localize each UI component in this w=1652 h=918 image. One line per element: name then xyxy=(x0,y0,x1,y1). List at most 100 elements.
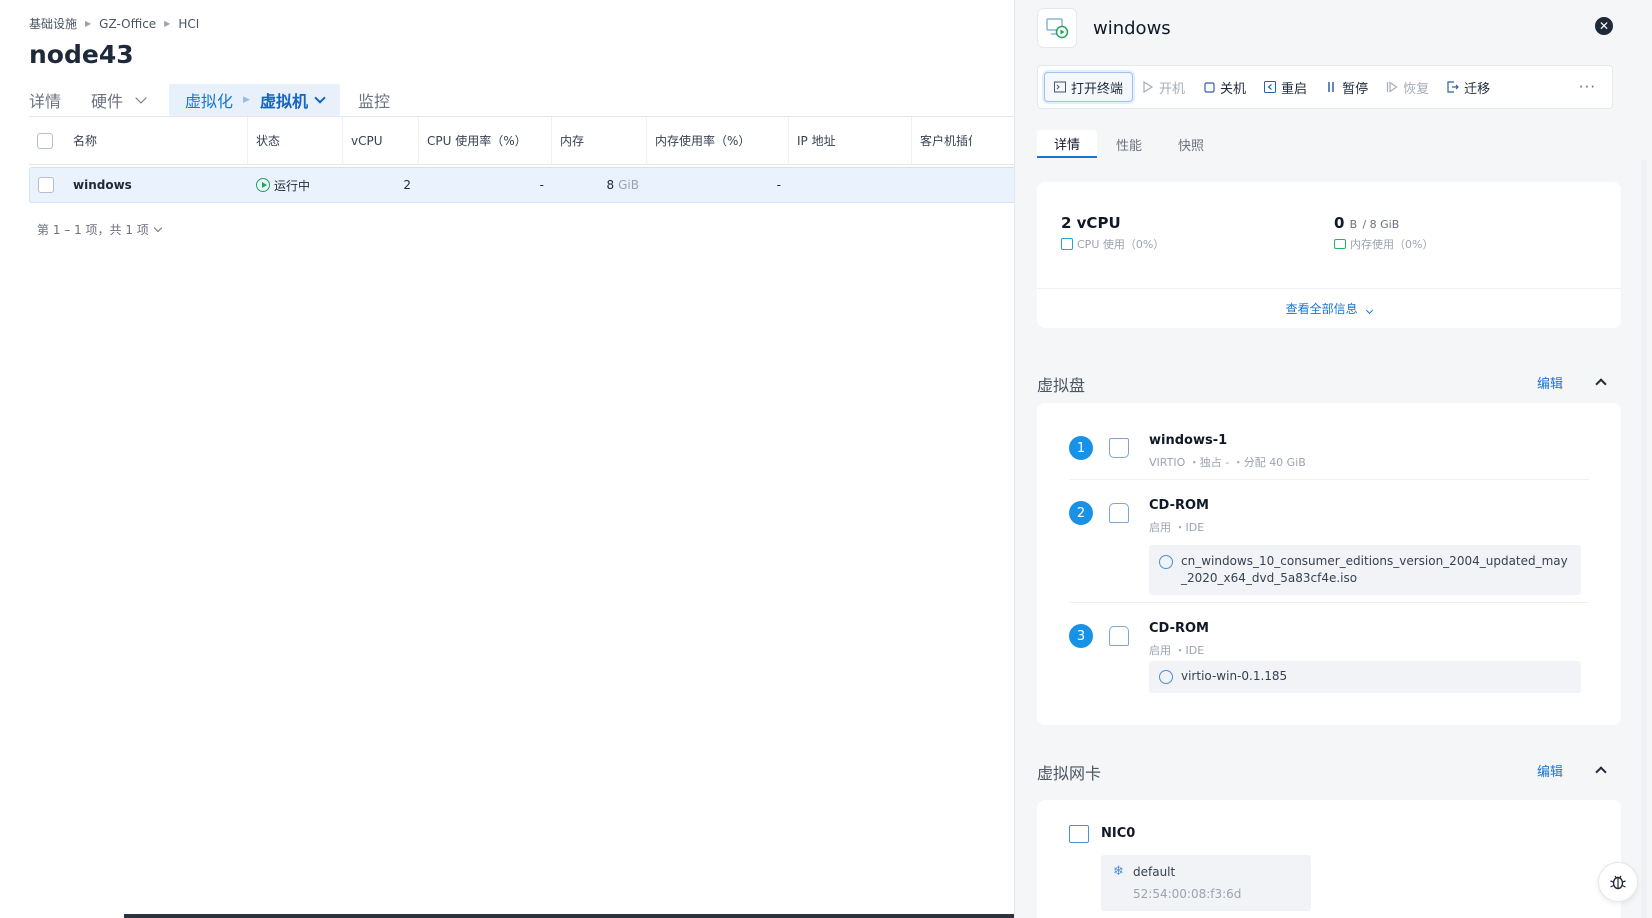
drawer-tab-snapshots[interactable]: 快照 xyxy=(1161,130,1221,158)
globe-icon xyxy=(1159,555,1173,569)
memory-usage-value: 0 B / 8 GiB xyxy=(1334,214,1433,232)
disk-index-badge: 2 xyxy=(1069,501,1093,525)
row-checkbox[interactable] xyxy=(38,177,54,193)
vm-table: 名称 状态 vCPU CPU 使用率（%） 内存 内存使用率（%） IP 地址 … xyxy=(29,116,1014,203)
disk-name: CD-ROM xyxy=(1149,621,1209,636)
vm-detail-drawer: windows 打开终端 开机 关机 重启 暂停 恢复 迁移 ··· 详情 性能… xyxy=(1014,0,1652,918)
drawer-tab-performance[interactable]: 性能 xyxy=(1099,130,1159,158)
memory-used: 0 xyxy=(1334,214,1345,232)
edit-nics-button[interactable]: 编辑 xyxy=(1537,761,1563,780)
chevron-down-icon[interactable] xyxy=(153,223,163,232)
stop-icon xyxy=(1203,81,1215,93)
nic-network: default xyxy=(1133,865,1176,879)
virtual-nics-card: NIC0 ❄ default 52:54:00:08:f3:6d xyxy=(1037,800,1621,918)
breadcrumb-gz-office[interactable]: GZ-Office xyxy=(99,17,156,31)
cell-status: 运行中 xyxy=(248,168,343,202)
table-header: 名称 状态 vCPU CPU 使用率（%） 内存 内存使用率（%） IP 地址 … xyxy=(29,116,1014,165)
column-header-guest-tools[interactable]: 客户机插件 xyxy=(912,117,972,165)
bug-report-icon[interactable] xyxy=(1598,862,1638,902)
disk-divider xyxy=(1069,479,1589,480)
chevron-up-icon[interactable] xyxy=(1595,378,1607,390)
cell-ip xyxy=(789,168,912,202)
network-icon: ❄ xyxy=(1113,864,1124,879)
cell-vcpu: 2 xyxy=(403,178,411,192)
tab-vms-label: 虚拟机 xyxy=(259,92,308,111)
shutdown-label: 关机 xyxy=(1220,81,1247,97)
column-header-memory-usage[interactable]: 内存使用率（%） xyxy=(647,116,789,165)
chevron-down-icon xyxy=(1366,306,1374,315)
restart-label: 重启 xyxy=(1281,81,1308,97)
drawer-tabs: 详情 性能 快照 xyxy=(1037,130,1223,158)
tab-monitor[interactable]: 监控 xyxy=(358,88,390,112)
header-select-cell xyxy=(29,117,65,165)
migrate-button[interactable]: 迁移 xyxy=(1438,72,1499,102)
cell-name[interactable]: windows xyxy=(65,168,248,202)
cell-memory: 8 GiB xyxy=(552,168,647,202)
virtual-disks-card: 1 windows-1 VIRTIO ・独占 - ・分配 40 GiB 2 CD… xyxy=(1037,403,1621,725)
view-all-info-link[interactable]: 查看全部信息 xyxy=(1037,300,1621,317)
breadcrumb-separator-icon: ▶ xyxy=(243,95,250,105)
restart-button[interactable]: 重启 xyxy=(1255,72,1316,102)
resume-button[interactable]: 恢复 xyxy=(1377,72,1438,102)
memory-value: 8 xyxy=(606,178,615,192)
shutdown-button[interactable]: 关机 xyxy=(1194,72,1255,102)
breadcrumb-infrastructure[interactable]: 基础设施 xyxy=(29,15,77,32)
close-icon[interactable]: ✕ xyxy=(1595,17,1613,35)
virtual-disks-title: 虚拟盘 xyxy=(1037,376,1086,395)
play-icon xyxy=(1142,81,1154,93)
tab-monitor-label: 监控 xyxy=(357,92,390,111)
cdrom-icon xyxy=(1109,626,1129,646)
drawer-header: windows xyxy=(1037,8,1171,48)
disk-name: CD-ROM xyxy=(1149,498,1209,513)
column-header-ip[interactable]: IP 地址 xyxy=(789,116,912,165)
chevron-down-icon xyxy=(135,92,147,104)
vm-running-icon xyxy=(1037,8,1077,48)
bottom-bar xyxy=(124,914,1014,918)
nic-network-box: ❄ default 52:54:00:08:f3:6d xyxy=(1101,855,1311,911)
iso-image: cn_windows_10_consumer_editions_version_… xyxy=(1149,545,1581,595)
column-header-status[interactable]: 状态 xyxy=(248,116,343,165)
column-header-name[interactable]: 名称 xyxy=(65,116,248,165)
disk-name: windows-1 xyxy=(1149,433,1228,448)
resource-summary-card: 2 vCPU CPU 使用（0%） 0 B / 8 GiB 内存使用（0%） 查… xyxy=(1037,182,1621,328)
memory-used-unit: B xyxy=(1349,218,1358,231)
cell-memory-usage: - xyxy=(776,178,781,192)
nic-mac: 52:54:00:08:f3:6d xyxy=(1133,887,1242,901)
more-actions-button[interactable]: ··· xyxy=(1579,78,1596,96)
column-header-memory[interactable]: 内存 xyxy=(552,116,647,165)
virtual-nics-title: 虚拟网卡 xyxy=(1037,764,1102,783)
breadcrumb-hci[interactable]: HCI xyxy=(178,17,199,31)
tab-vms[interactable]: 虚拟机 xyxy=(259,88,326,112)
memory-icon xyxy=(1334,239,1346,249)
vm-action-toolbar: 打开终端 开机 关机 重启 暂停 恢复 迁移 ··· xyxy=(1037,65,1613,109)
cpu-stat: 2 vCPU CPU 使用（0%） xyxy=(1061,214,1164,252)
pagination-summary[interactable]: 第 1 – 1 项，共 1 项 xyxy=(37,221,163,238)
disk-index-badge: 1 xyxy=(1069,436,1093,460)
cdrom-icon xyxy=(1109,503,1129,523)
chevron-down-icon[interactable] xyxy=(314,92,326,104)
column-header-vcpu[interactable]: vCPU xyxy=(343,116,419,165)
column-header-cpu-usage[interactable]: CPU 使用率（%） xyxy=(419,116,552,165)
tab-virtualization[interactable]: 虚拟化 xyxy=(185,88,233,112)
pause-button[interactable]: 暂停 xyxy=(1316,72,1377,102)
power-on-label: 开机 xyxy=(1159,81,1186,97)
tab-hardware[interactable]: 硬件 xyxy=(91,88,147,112)
memory-usage-text: 内存使用（0%） xyxy=(1350,238,1434,251)
drawer-tab-details[interactable]: 详情 xyxy=(1037,130,1097,158)
open-terminal-button[interactable]: 打开终端 xyxy=(1044,72,1134,102)
edit-disks-button[interactable]: 编辑 xyxy=(1537,373,1563,392)
table-row[interactable]: windows 运行中 2 - 8 GiB - xyxy=(29,167,1014,203)
iso-name: virtio-win-0.1.185 xyxy=(1181,669,1288,683)
disk-icon xyxy=(1109,438,1129,458)
memory-stat: 0 B / 8 GiB 内存使用（0%） xyxy=(1334,214,1433,252)
status-label: 运行中 xyxy=(274,178,311,193)
tab-details[interactable]: 详情 xyxy=(29,88,61,112)
drawer-scrollbar[interactable] xyxy=(1641,160,1647,918)
power-on-button[interactable]: 开机 xyxy=(1133,72,1194,102)
chevron-up-icon[interactable] xyxy=(1595,766,1607,778)
node-tabs: 详情 硬件 虚拟化 ▶ 虚拟机 监控 xyxy=(29,84,420,116)
disk-index-badge: 3 xyxy=(1069,624,1093,648)
nic-icon xyxy=(1069,825,1089,843)
select-all-checkbox[interactable] xyxy=(37,132,53,149)
memory-usage-line: 内存使用（0%） xyxy=(1334,236,1433,252)
